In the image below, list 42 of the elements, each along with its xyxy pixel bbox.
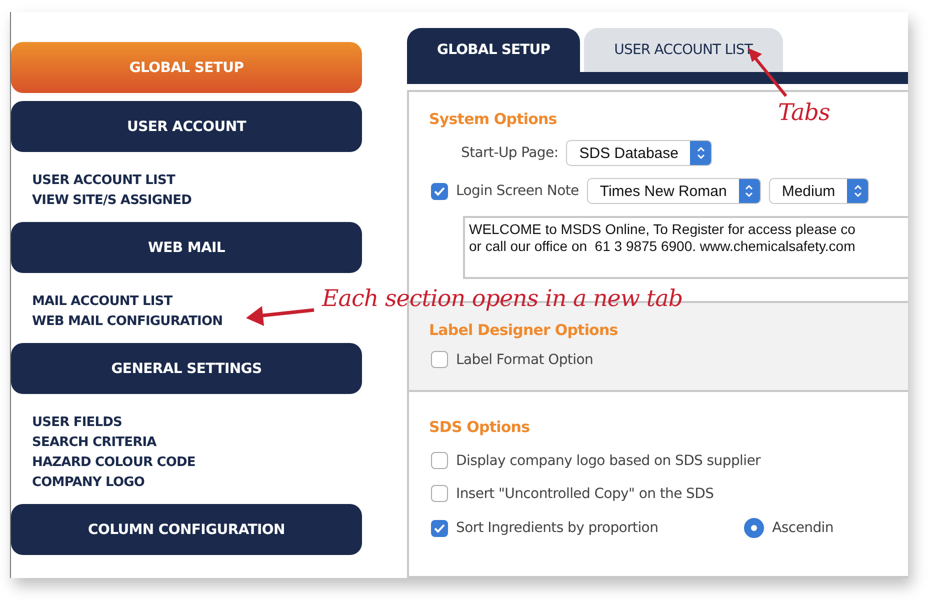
checkbox[interactable] bbox=[431, 452, 448, 469]
size-select[interactable]: Medium bbox=[768, 178, 870, 204]
radio-dot-icon bbox=[750, 524, 758, 532]
annotation-text: Each section opens in a new tab bbox=[322, 286, 683, 312]
option-label: Sort Ingredients by proportion bbox=[456, 520, 658, 536]
section-button[interactable]: WEB MAIL bbox=[11, 222, 362, 273]
section-title: SDS Options bbox=[429, 418, 530, 436]
tab[interactable]: USER ACCOUNT LIST bbox=[584, 28, 782, 72]
annotation-text: Tabs bbox=[778, 100, 830, 126]
checkbox[interactable] bbox=[431, 485, 448, 502]
start-up-page-select[interactable]: SDS Database bbox=[566, 140, 712, 166]
sidebar-link[interactable]: HAZARD COLOUR CODE bbox=[32, 454, 196, 472]
radio-label: Ascendin bbox=[772, 520, 834, 536]
section-button[interactable]: COLUMN CONFIGURATION bbox=[11, 504, 362, 555]
checkbox[interactable] bbox=[431, 182, 448, 200]
section-button[interactable]: USER ACCOUNT bbox=[11, 101, 362, 152]
tab[interactable]: GLOBAL SETUP bbox=[407, 28, 580, 72]
checkbox[interactable] bbox=[431, 520, 448, 536]
section-title: Label Designer Options bbox=[429, 321, 618, 339]
note-textarea[interactable]: WELCOME to MSDS Online, To Register for access please co or call our office on 61 3 9875 6900. www.chemicalsafety.com bbox=[463, 216, 908, 279]
field-label: Start-Up Page: bbox=[461, 145, 558, 161]
stepper-icon bbox=[847, 179, 868, 203]
sidebar-link[interactable]: VIEW SITE/S ASSIGNED bbox=[32, 192, 192, 210]
stepper-icon bbox=[690, 141, 712, 165]
sidebar-link[interactable]: USER FIELDS bbox=[32, 414, 122, 432]
option-label: Display company logo based on SDS supplier bbox=[456, 452, 760, 468]
sidebar-link[interactable]: MAIL ACCOUNT LIST bbox=[32, 293, 172, 311]
check-icon bbox=[434, 524, 445, 532]
checkbox[interactable] bbox=[431, 351, 448, 368]
font-select[interactable]: Times New Roman bbox=[586, 178, 761, 204]
sidebar-link[interactable]: SEARCH CRITERIA bbox=[32, 434, 156, 452]
sidebar-link[interactable]: WEB MAIL CONFIGURATION bbox=[32, 313, 223, 331]
stepper-icon bbox=[738, 179, 760, 203]
sidebar-link[interactable]: COMPANY LOGO bbox=[32, 474, 145, 492]
option-label: Insert "Uncontrolled Copy" on the SDS bbox=[456, 486, 714, 502]
radio-button[interactable] bbox=[744, 518, 764, 538]
check-icon bbox=[434, 186, 445, 196]
sidebar-link[interactable]: USER ACCOUNT LIST bbox=[32, 172, 175, 190]
option-label: Login Screen Note bbox=[456, 183, 579, 199]
section-title: System Options bbox=[429, 110, 557, 128]
section-button[interactable]: GENERAL SETTINGS bbox=[11, 343, 362, 394]
option-label: Label Format Option bbox=[456, 352, 594, 368]
